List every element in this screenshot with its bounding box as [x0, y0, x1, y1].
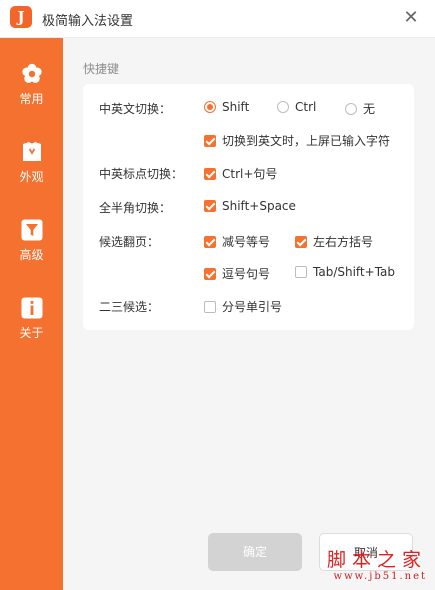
content-area: 快捷键 中英文切换： Shift Ctrl 无 切换到英文时，上屏已输入字符 中…: [63, 38, 435, 590]
title-bar: J 极简输入法设置 ✕: [0, 0, 435, 38]
info-icon: [21, 297, 42, 319]
sidebar-item-advanced[interactable]: 高级: [0, 208, 63, 268]
cn-en-none-radio[interactable]: 无: [345, 100, 375, 117]
punct-ctrl-period-checkbox[interactable]: Ctrl+句号: [204, 165, 277, 182]
section-title: 快捷键: [83, 62, 120, 76]
cn-en-shift-radio[interactable]: Shift: [204, 100, 249, 114]
checkbox-indicator: [204, 235, 216, 248]
sidebar-item-common[interactable]: 常用: [0, 52, 63, 112]
paging-brackets-checkbox[interactable]: 左右方括号: [295, 233, 373, 250]
second-third-label: 二三候选：: [99, 300, 160, 314]
cn-en-ctrl-radio[interactable]: Ctrl: [277, 100, 316, 114]
window-title: 极简输入法设置: [42, 14, 134, 29]
radio-indicator: [204, 101, 216, 113]
option-label: Ctrl+句号: [222, 167, 278, 181]
sidebar-item-label: 常用: [19, 92, 44, 106]
checkbox-indicator: [204, 267, 216, 280]
option-label: Ctrl: [295, 100, 317, 114]
sidebar: 常用 外观 高级 关于: [0, 38, 63, 590]
radio-indicator: [345, 102, 357, 115]
option-label: 无: [363, 102, 376, 116]
option-label: Tab/Shift+Tab: [313, 265, 396, 279]
width-shift-space-checkbox[interactable]: Shift+Space: [204, 199, 296, 213]
sidebar-item-about[interactable]: 关于: [0, 286, 63, 346]
semicolon-quote-checkbox[interactable]: 分号单引号: [204, 298, 282, 315]
option-label: 减号等号: [222, 235, 271, 249]
commit-on-switch-checkbox[interactable]: 切换到英文时，上屏已输入字符: [204, 132, 390, 149]
radio-indicator: [277, 101, 289, 113]
paging-tab-checkbox[interactable]: Tab/Shift+Tab: [295, 265, 395, 279]
option-label: 逗号句号: [222, 267, 271, 281]
sidebar-item-label: 高级: [19, 248, 44, 262]
checkbox-indicator: [295, 266, 307, 278]
checkbox-indicator: [295, 235, 307, 248]
cancel-button[interactable]: 取消: [319, 533, 413, 571]
paging-label: 候选翻页：: [99, 235, 160, 249]
close-icon: ✕: [403, 7, 419, 28]
flower-icon: [21, 63, 42, 83]
sidebar-item-label: 关于: [19, 326, 44, 340]
checkbox-indicator: [204, 167, 216, 180]
width-switch-label: 全半角切换：: [99, 201, 172, 215]
option-label: Shift+Space: [222, 199, 296, 213]
sidebar-item-label: 外观: [19, 170, 44, 184]
shirt-icon: [22, 142, 41, 161]
close-button[interactable]: ✕: [399, 6, 423, 30]
option-label: 左右方括号: [313, 235, 374, 249]
option-label: 分号单引号: [222, 300, 283, 314]
paging-minus-equal-checkbox[interactable]: 减号等号: [204, 233, 270, 250]
checkbox-indicator: [204, 300, 216, 313]
option-label: 切换到英文时，上屏已输入字符: [222, 134, 391, 148]
punct-switch-label: 中英标点切换：: [99, 167, 184, 181]
paging-comma-period-checkbox[interactable]: 逗号句号: [204, 265, 270, 282]
checkbox-indicator: [204, 134, 216, 147]
sidebar-item-appearance[interactable]: 外观: [0, 130, 63, 190]
cn-en-switch-label: 中英文切换：: [99, 102, 172, 116]
ok-button[interactable]: 确定: [208, 533, 302, 571]
shortcut-panel: 中英文切换： Shift Ctrl 无 切换到英文时，上屏已输入字符 中英标点切…: [83, 84, 414, 330]
funnel-icon: [21, 219, 42, 241]
option-label: Shift: [222, 100, 250, 114]
app-logo-icon: J: [10, 6, 32, 28]
checkbox-indicator: [204, 200, 216, 212]
